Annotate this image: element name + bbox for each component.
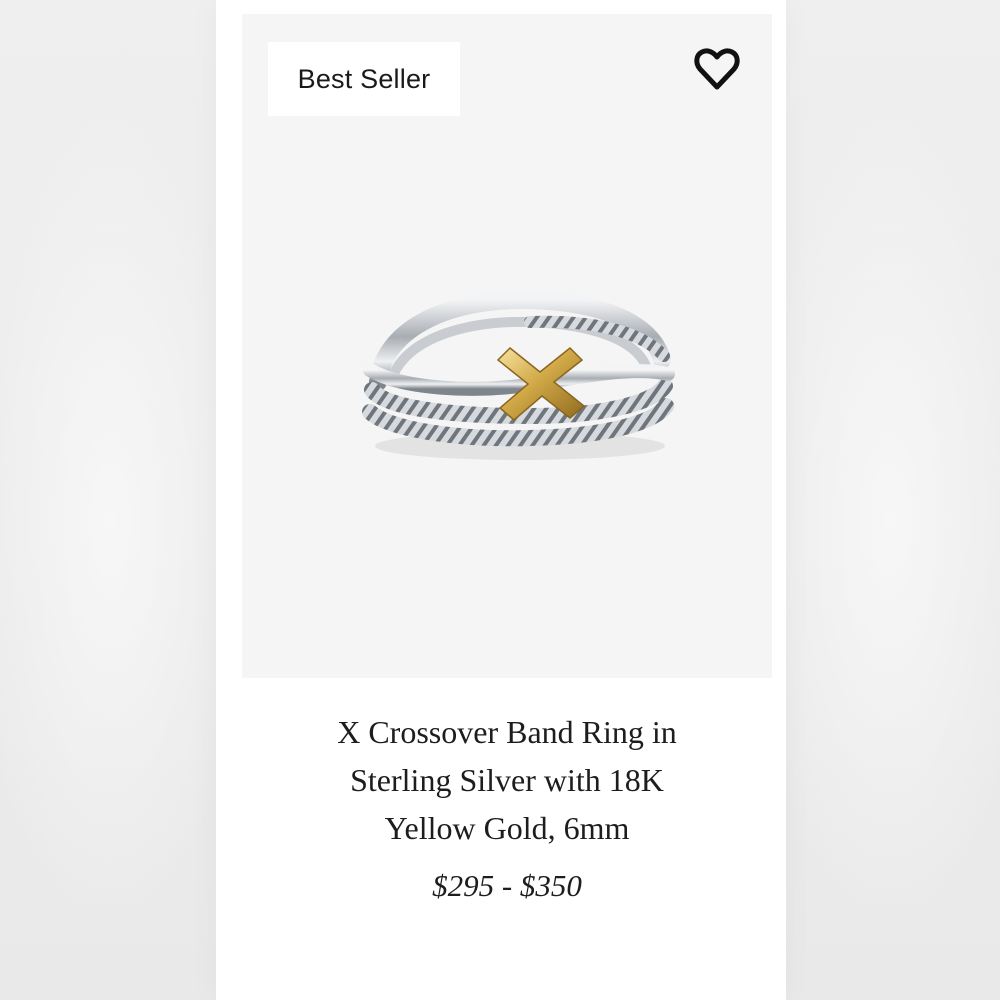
product-title[interactable]: X Crossover Band Ring in Sterling Silver… — [242, 708, 772, 852]
ring-image — [362, 290, 675, 460]
product-image-area[interactable]: Best Seller — [242, 14, 772, 678]
heart-outline-icon — [694, 48, 740, 90]
product-card[interactable]: Best Seller X Crossover Band Ring in Ste… — [216, 0, 786, 1000]
favorite-button[interactable] — [692, 44, 742, 94]
product-price: $295 - $350 — [432, 868, 582, 903]
best-seller-badge: Best Seller — [268, 42, 460, 116]
